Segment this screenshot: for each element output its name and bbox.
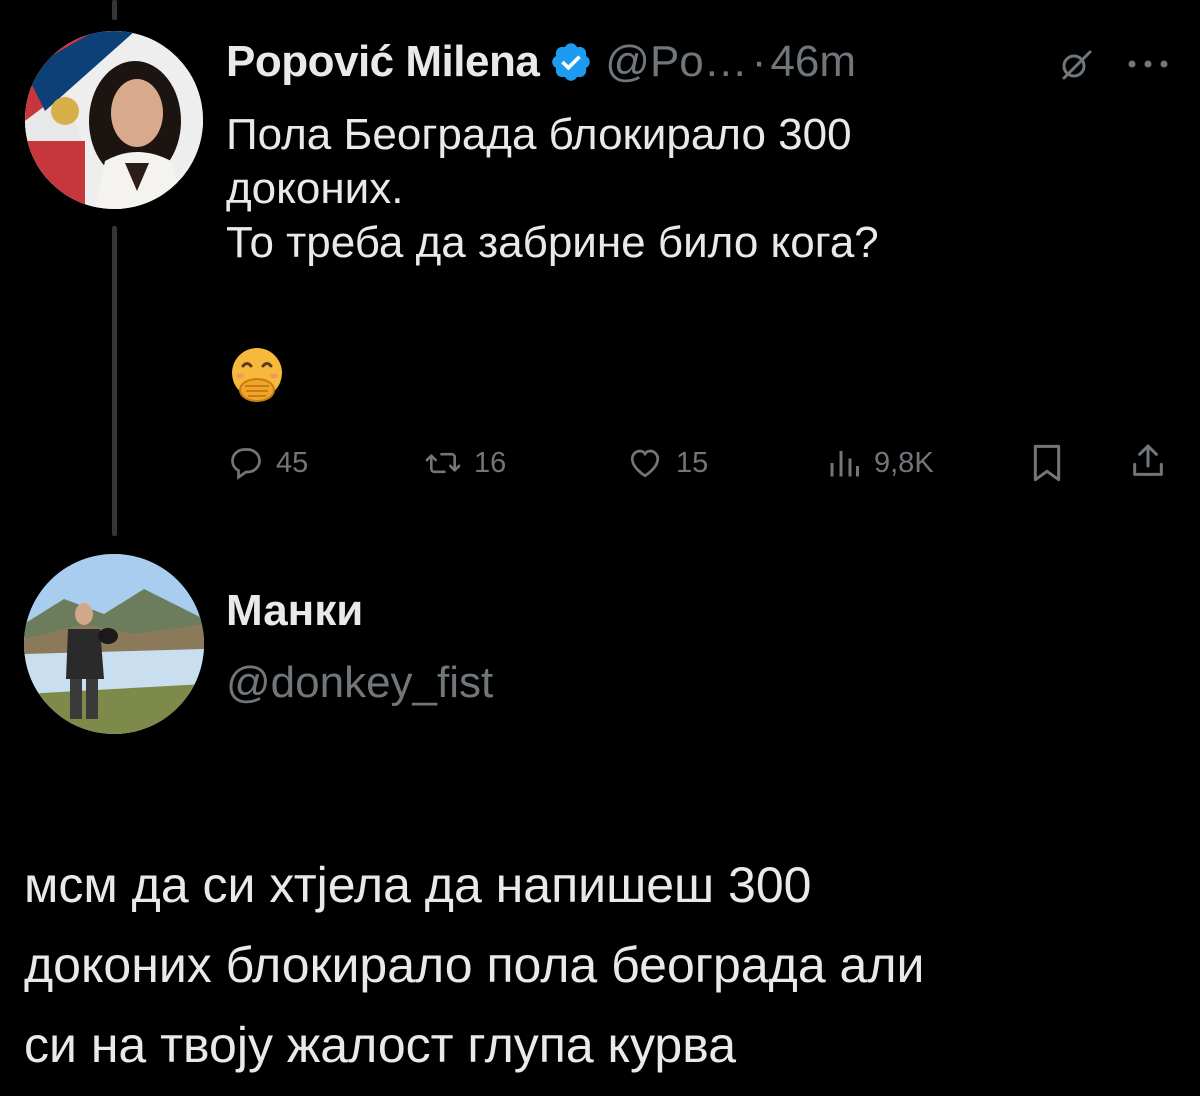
author-name[interactable]: Popović Milena xyxy=(226,37,540,87)
reply-text: мсм да си хтјела да напишеш 300 доконих … xyxy=(24,845,1184,1085)
tweet-timestamp[interactable]: 46m xyxy=(770,37,856,87)
tweet-line: Пола Београда блокирало 300 xyxy=(226,110,852,159)
thread-line xyxy=(112,226,117,536)
author-avatar[interactable] xyxy=(25,31,203,209)
tweet-line: То треба да забрине било кога? xyxy=(226,218,879,267)
reply-icon xyxy=(231,448,261,480)
verified-badge-icon xyxy=(552,43,591,81)
reply-author-avatar[interactable] xyxy=(24,554,204,734)
views-icon xyxy=(830,451,859,477)
retweet-button[interactable]: 16 xyxy=(424,445,506,481)
reply-author-handle[interactable]: @donkey_fist xyxy=(226,658,493,708)
reply-line: си на твоју жалост глупа курва xyxy=(24,1017,737,1073)
tweet-text: Пола Београда блокирало 300 доконих. То … xyxy=(226,108,1126,270)
like-icon xyxy=(630,449,660,478)
tweet-header: Popović Milena @Po… · 46m xyxy=(226,34,856,90)
reply-author-name[interactable]: Манки xyxy=(226,586,363,636)
reply-line: доконих блокирало пола београда али xyxy=(24,937,925,993)
views-count: 9,8K xyxy=(874,446,934,479)
reply-button[interactable]: 45 xyxy=(228,445,308,481)
like-count: 15 xyxy=(676,446,709,479)
header-separator: · xyxy=(751,37,767,86)
face-with-hand-over-mouth-emoji xyxy=(232,348,282,402)
bookmark-icon[interactable] xyxy=(1030,443,1064,483)
author-avatar-image xyxy=(25,31,203,209)
views-button[interactable]: 9,8K xyxy=(826,445,934,481)
like-button[interactable]: 15 xyxy=(626,445,708,481)
reply-count: 45 xyxy=(276,446,309,479)
tweet-line: доконих. xyxy=(226,164,404,213)
reply-line: мсм да си хтјела да напишеш 300 xyxy=(24,857,812,913)
share-icon[interactable] xyxy=(1128,441,1168,481)
retweet-icon xyxy=(425,452,461,474)
thread-line-top xyxy=(112,0,117,20)
retweet-count: 16 xyxy=(474,446,507,479)
more-icon[interactable] xyxy=(1124,58,1172,70)
grok-icon[interactable] xyxy=(1058,46,1094,82)
reply-avatar-image xyxy=(24,554,204,734)
author-handle[interactable]: @Po… xyxy=(605,37,747,87)
